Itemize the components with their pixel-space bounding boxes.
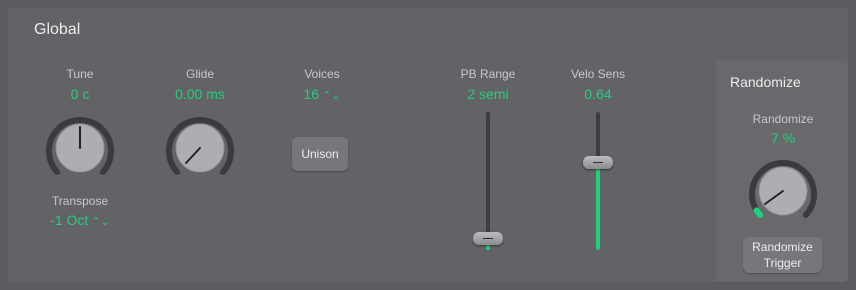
glide-knob[interactable]	[164, 112, 236, 184]
transpose-selector[interactable]: -1 Oct ⌃⌄	[25, 212, 135, 228]
pb-range-value[interactable]: 2 semi	[433, 86, 543, 102]
velo-sens-slider-handle[interactable]	[583, 156, 613, 170]
stepper-chevron-icon: ⌃⌄	[91, 216, 110, 228]
randomize-trigger-button[interactable]: Randomize Trigger	[743, 237, 822, 273]
randomize-value[interactable]: 7 %	[728, 130, 838, 146]
tune-label: Tune	[66, 67, 94, 81]
randomize-label: Randomize	[752, 112, 814, 126]
randomize-trigger-line1: Randomize	[752, 240, 813, 254]
transpose-value: -1 Oct	[50, 212, 89, 228]
pb-range-label: PB Range	[460, 67, 516, 81]
velo-sens-label: Velo Sens	[570, 67, 626, 81]
pb-range-slider-track[interactable]	[486, 112, 490, 250]
voices-value: 16	[303, 86, 320, 102]
glide-label: Glide	[185, 67, 214, 81]
randomize-knob[interactable]	[747, 155, 819, 227]
tune-knob[interactable]	[44, 112, 116, 184]
glide-value[interactable]: 0.00 ms	[145, 86, 255, 102]
velo-sens-value[interactable]: 0.64	[543, 86, 653, 102]
stepper-chevron-icon: ⌃⌄	[322, 90, 341, 102]
voices-label: Voices	[304, 67, 340, 81]
transpose-label: Transpose	[51, 194, 109, 208]
randomize-section-title: Randomize	[730, 74, 801, 90]
unison-button[interactable]: Unison	[292, 137, 348, 171]
velo-sens-slider-fill	[596, 162, 600, 250]
randomize-trigger-line2: Trigger	[763, 256, 802, 270]
global-title: Global	[34, 21, 81, 38]
voices-selector[interactable]: 16 ⌃⌄	[267, 86, 377, 102]
tune-value[interactable]: 0 c	[25, 86, 135, 102]
pb-range-slider-handle[interactable]	[473, 231, 503, 245]
